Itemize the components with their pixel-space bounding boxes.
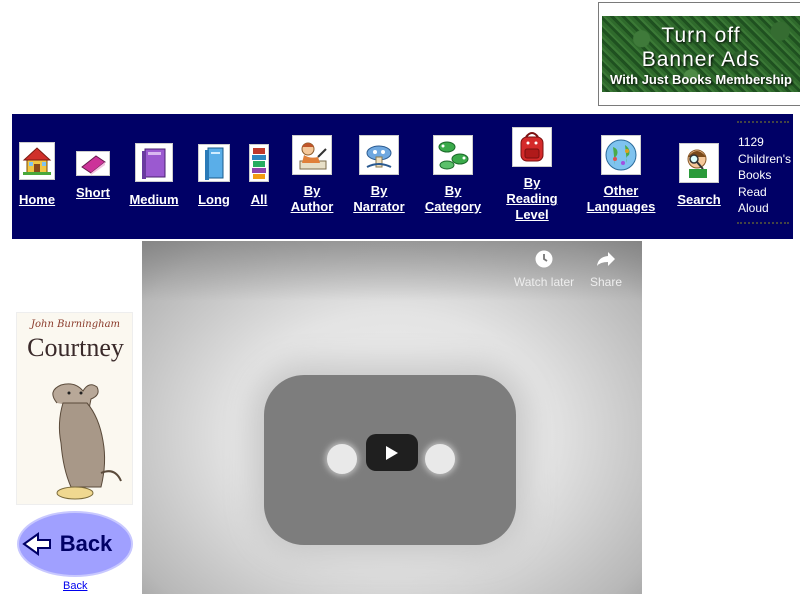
nav-by-category-label-2: Category xyxy=(424,199,482,214)
nav-by-narrator-label-1: By xyxy=(370,183,388,198)
nav-search-label: Search xyxy=(677,192,721,207)
book-count-line-5: Aloud xyxy=(738,201,769,215)
watch-later-button[interactable]: Watch later xyxy=(512,249,576,289)
banner-ad[interactable]: Turn off Banner Ads With Just Books Memb… xyxy=(602,16,800,92)
nav-home-label: Home xyxy=(18,192,56,207)
nav-all[interactable]: All xyxy=(248,144,270,208)
nav-other-languages-label-2: Languages xyxy=(586,199,656,214)
clock-icon xyxy=(535,250,553,268)
nav-by-reading-level-label-1: By xyxy=(523,175,541,190)
nav-by-author-label-2: Author xyxy=(290,199,334,214)
dog-illustration xyxy=(52,383,122,500)
video-thumb-dot-right xyxy=(425,444,455,474)
nav-by-author-label-1: By xyxy=(303,183,321,198)
back-link[interactable]: Back xyxy=(63,580,87,592)
book-author: John Burningham xyxy=(30,319,121,330)
house-icon xyxy=(19,142,55,180)
book-count-line-2: Children's xyxy=(738,151,791,166)
book-count-number: 1129 xyxy=(738,135,764,149)
nav-by-reading-level-label-3: Level xyxy=(515,207,549,222)
nav-by-narrator[interactable]: By Narrator xyxy=(352,135,406,215)
nav-by-category[interactable]: By Category xyxy=(422,135,484,215)
back-button[interactable]: Back xyxy=(16,510,134,578)
share-icon xyxy=(597,252,615,266)
book-count-line-3: Books xyxy=(738,168,772,182)
nav-other-languages-label-1: Other xyxy=(603,183,639,198)
video-player[interactable]: Watch later Share xyxy=(142,241,642,594)
narrator-icon xyxy=(359,135,399,175)
book-small-icon xyxy=(76,151,110,176)
video-thumb-dot-left xyxy=(327,444,357,474)
nav-long-label: Long xyxy=(198,192,230,207)
book-count-line-4: Read xyxy=(738,184,767,199)
share-button[interactable]: Share xyxy=(586,249,626,289)
book-long-icon xyxy=(198,144,230,182)
nav-other-languages[interactable]: Other Languages xyxy=(583,135,659,215)
nav-short-label: Short xyxy=(76,185,110,200)
globe-icon xyxy=(601,135,641,175)
category-icon xyxy=(433,135,473,175)
banner-line-3: With Just Books Membership xyxy=(610,72,792,87)
nav-medium-label: Medium xyxy=(129,192,179,207)
book-title: Courtney xyxy=(27,333,124,362)
nav-by-author[interactable]: By Author xyxy=(288,135,336,215)
nav-all-label: All xyxy=(250,192,268,207)
nav-short[interactable]: Short xyxy=(74,151,112,201)
watch-later-label: Watch later xyxy=(513,275,575,289)
share-label: Share xyxy=(589,275,623,289)
book-medium-icon xyxy=(135,143,173,182)
banner-line-1: Turn off xyxy=(661,24,741,47)
magnifier-kid-icon xyxy=(679,143,719,183)
nav-by-reading-level-label-2: Reading xyxy=(506,191,558,206)
backpack-icon xyxy=(512,127,552,167)
nav-home[interactable]: Home xyxy=(18,142,56,208)
book-count: 1129 Children's Books Read Aloud xyxy=(738,134,792,224)
book-stack-icon xyxy=(249,144,269,182)
count-divider-top xyxy=(737,121,789,123)
nav-by-narrator-label-2: Narrator xyxy=(353,199,405,214)
nav-search[interactable]: Search xyxy=(675,143,723,208)
book-cover: John Burningham Courtney xyxy=(16,312,133,505)
banner-line-2: Banner Ads xyxy=(641,48,761,71)
nav-medium[interactable]: Medium xyxy=(129,143,179,208)
play-icon xyxy=(386,446,398,460)
author-icon xyxy=(292,135,332,175)
nav-by-reading-level[interactable]: By Reading Level xyxy=(503,127,561,223)
nav-by-category-label-1: By xyxy=(444,183,462,198)
count-divider-bottom xyxy=(737,222,789,224)
nav-long[interactable]: Long xyxy=(196,144,232,208)
back-button-label: Back xyxy=(60,531,113,556)
play-button[interactable] xyxy=(366,434,418,471)
